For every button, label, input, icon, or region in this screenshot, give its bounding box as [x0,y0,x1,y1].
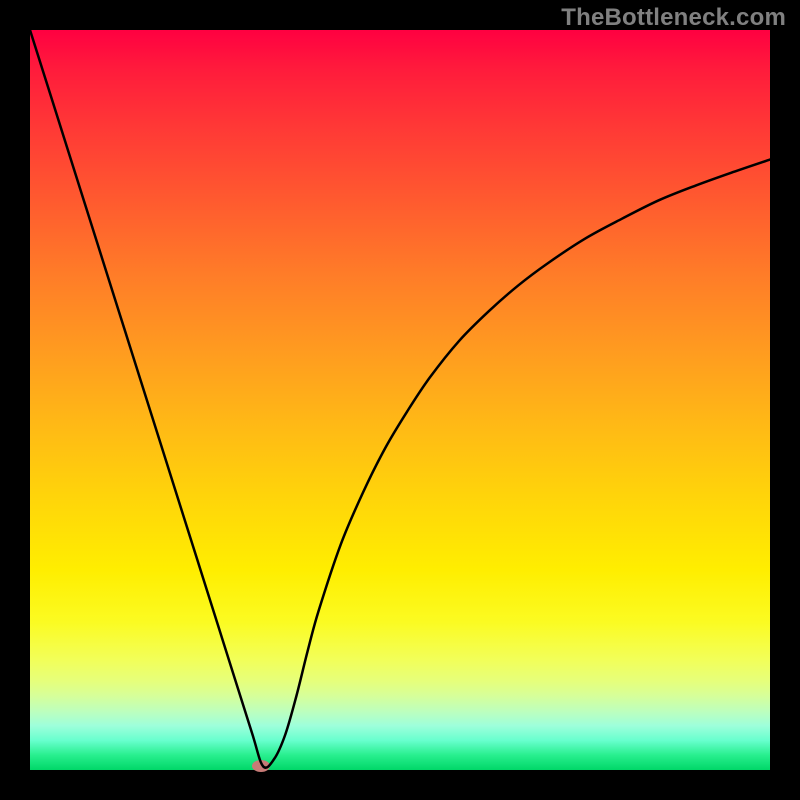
bottleneck-curve [30,30,770,768]
watermark-text: TheBottleneck.com [561,4,786,32]
chart-frame: TheBottleneck.com [0,0,800,800]
plot-area [30,30,770,770]
curve-svg [30,30,770,770]
